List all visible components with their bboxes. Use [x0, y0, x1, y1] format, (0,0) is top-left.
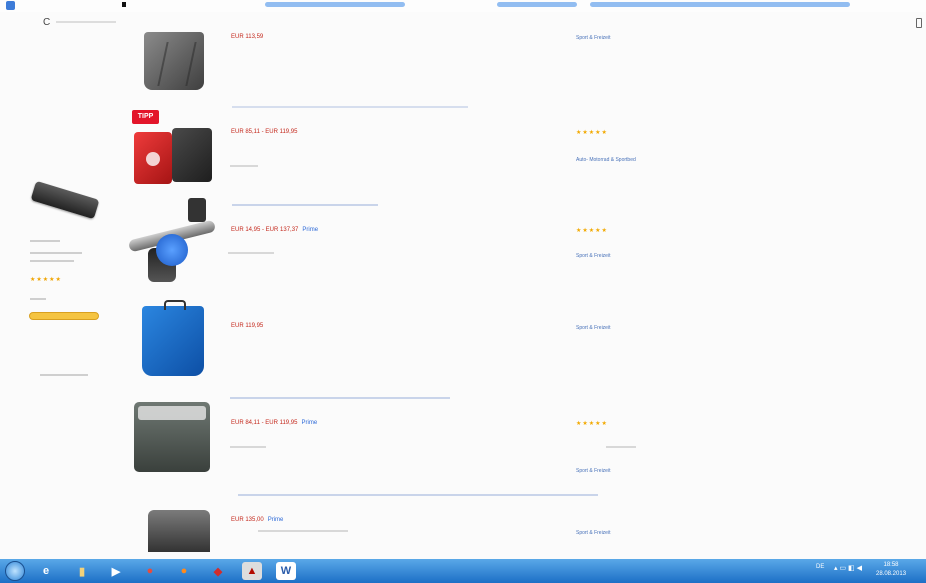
taskbar-clock[interactable]: 18:58 28.08.2013 [876, 561, 906, 579]
address-bar-blur[interactable] [265, 2, 405, 7]
app-icon-generic[interactable]: ◆ [208, 562, 228, 580]
firefox-icon[interactable]: ● [174, 562, 194, 580]
result-2-category[interactable]: Auto- Motorrad & Sportbed [576, 157, 636, 163]
black-case-icon [30, 180, 100, 220]
tray-icons[interactable]: ▴ ▭ ◧ ◀ [834, 564, 862, 572]
tab-blur[interactable] [590, 2, 850, 7]
media-player-icon[interactable]: ▶ [106, 562, 126, 580]
product-image-grey-bag[interactable] [148, 510, 210, 552]
result-3-sub [228, 252, 274, 254]
result-6-price-value: EUR 135,00 [231, 517, 264, 523]
ie-browser-icon[interactable]: e [36, 562, 56, 580]
tab-icon[interactable] [122, 2, 126, 7]
sidebar-link-line[interactable] [40, 374, 88, 376]
windows-taskbar: e ▮ ▶ ● ● ◆ ▲ W DE ▴ ▭ ◧ ◀ 18:58 28.08.20… [0, 559, 926, 583]
result-4-category[interactable]: Sport & Freizeit [576, 325, 610, 331]
result-3-category[interactable]: Sport & Freizeit [576, 253, 610, 259]
tray-language[interactable]: DE [816, 564, 824, 570]
prime-label: Prime [301, 420, 318, 426]
browser-app-icon[interactable] [6, 1, 15, 10]
result-3-title[interactable] [232, 204, 378, 206]
result-5-review-count[interactable] [606, 446, 636, 448]
browser-tab-strip [0, 0, 926, 12]
result-1-category[interactable]: Sport & Freizeit [576, 35, 610, 41]
result-1-price: EUR 113,59 [231, 34, 264, 40]
result-6-sub [258, 530, 348, 532]
result-5-title[interactable] [230, 397, 450, 399]
sidebar-product-image[interactable] [26, 180, 102, 232]
prime-label: Prime [302, 227, 319, 233]
acrobat-icon[interactable]: ▲ [242, 562, 262, 580]
result-5-category[interactable]: Sport & Freizeit [576, 468, 610, 474]
result-3-price: EUR 14,95 - EUR 137,37 Prime [231, 227, 318, 233]
product-image-grey-pannier[interactable] [144, 32, 204, 90]
result-5-price-value: EUR 84,11 - EUR 119,95 [231, 420, 298, 426]
prime-label: Prime [267, 517, 284, 523]
result-5-rating-stars[interactable]: ★★★★★ [576, 420, 608, 427]
tipp-badge: TIPP [132, 110, 159, 124]
sidebar-title-line [30, 240, 60, 242]
product-image-red-pannier[interactable] [134, 128, 214, 186]
result-3-rating-stars[interactable]: ★★★★★ [576, 227, 608, 234]
result-6-category[interactable]: Sport & Freizeit [576, 530, 610, 536]
result-2-price: EUR 85,11 - EUR 119,95 [231, 129, 298, 135]
clock-time: 18:58 [883, 562, 899, 568]
product-image-blue-pannier[interactable] [142, 300, 204, 376]
result-2-sub [230, 165, 258, 167]
window-scroll-icon[interactable] [916, 18, 922, 28]
product-image-handlebar-box[interactable] [134, 402, 210, 472]
tab-blur[interactable] [497, 2, 577, 7]
sidebar-rating-stars[interactable]: ★★★★★ [30, 276, 62, 283]
result-5-sub [230, 446, 266, 448]
sidebar-add-button[interactable] [29, 312, 99, 320]
result-5-price: EUR 84,11 - EUR 119,95 Prime [231, 420, 317, 426]
start-button[interactable] [5, 561, 25, 581]
product-image-handlebar-mount[interactable] [127, 198, 218, 286]
result-6-title[interactable] [238, 494, 598, 496]
breadcrumb[interactable]: C [43, 17, 51, 28]
word-icon[interactable]: W [276, 562, 296, 580]
result-2-title[interactable] [232, 106, 468, 108]
sidebar-price-line [30, 298, 46, 300]
sidebar-title-line [30, 252, 82, 254]
result-4-price: EUR 119,95 [231, 323, 264, 329]
chrome-icon[interactable]: ● [140, 562, 160, 580]
explorer-folder-icon[interactable]: ▮ [72, 562, 92, 580]
breadcrumb-faint [56, 21, 116, 23]
sidebar-title-line [30, 260, 74, 262]
clock-date: 28.08.2013 [876, 571, 907, 577]
result-6-price: EUR 135,00 Prime [231, 517, 283, 523]
result-2-rating-stars[interactable]: ★★★★★ [576, 129, 608, 136]
result-3-price-value: EUR 14,95 - EUR 137,37 [231, 227, 299, 233]
